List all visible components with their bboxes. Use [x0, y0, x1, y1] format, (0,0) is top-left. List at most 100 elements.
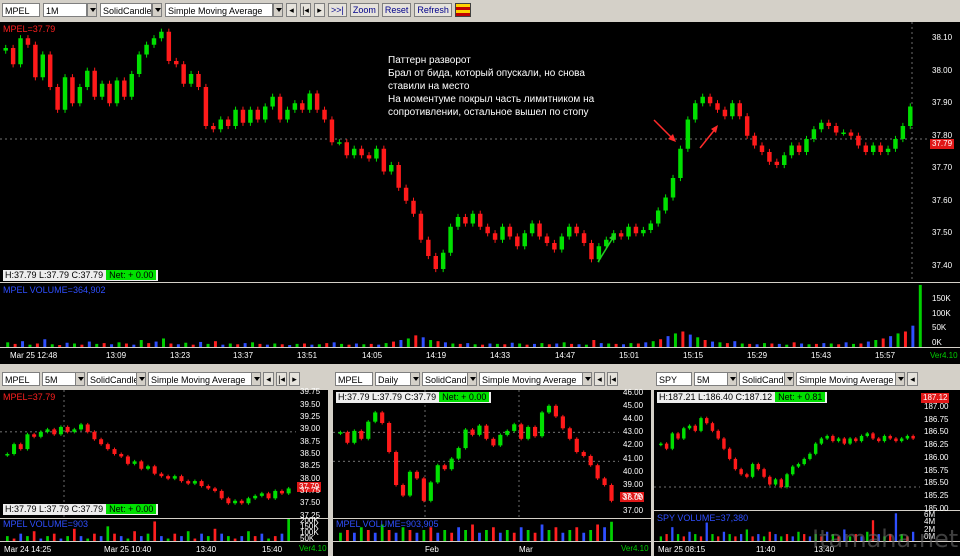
study-select[interactable]: Simple Moving Average: [165, 3, 273, 17]
refresh-button[interactable]: Refresh: [414, 3, 452, 17]
volume-label: SPY VOLUME=37,380: [657, 513, 749, 523]
toolbox-icon[interactable]: [454, 3, 471, 17]
chart-style-select[interactable]: SolidCandle: [739, 372, 791, 386]
volume-bar: [422, 530, 426, 541]
volume-bar: [725, 343, 729, 347]
volume-bar: [6, 342, 10, 347]
main-price-axis[interactable]: 37.79 38.10 38.00 37.90 37.80 37.70 37.60 37.5…: [928, 22, 960, 282]
volume-label: MPEL VOLUME=903: [3, 519, 88, 529]
study-select[interactable]: Simple Moving Average: [479, 372, 583, 386]
chevron-down-icon[interactable]: [467, 372, 477, 386]
chevron-down-icon[interactable]: [727, 372, 737, 386]
scroll-start-button[interactable]: |◂: [300, 3, 311, 17]
candle: [682, 428, 686, 439]
watermark: Itamaha.net: [812, 525, 959, 553]
volume-bar: [317, 344, 321, 347]
price-tick-label: 185.50: [924, 478, 949, 488]
volume-bar: [481, 344, 485, 347]
candle: [38, 431, 43, 437]
scroll-right-button[interactable]: ▸: [314, 3, 325, 17]
volume-bar: [589, 530, 593, 541]
price-tick-label: 38.75: [300, 436, 321, 446]
volume-bar: [903, 331, 907, 347]
volume-bar: [46, 536, 49, 541]
version-label: Ver4.10: [621, 544, 649, 553]
interval-select[interactable]: 5M: [694, 372, 728, 386]
sub2-price-plot[interactable]: H:37.79 L:37.79 C:37.79 Net: + 0.00: [333, 390, 619, 518]
volume-bar: [728, 534, 731, 541]
volume-bar: [139, 536, 143, 541]
volume-bar: [95, 343, 99, 347]
sub1-price-axis[interactable]: 37.79 39.75 39.50 39.25 39.00 38.75 38.50 38.2…: [296, 387, 328, 520]
zoom-button[interactable]: Zoom: [349, 3, 379, 17]
time-tick-label: Mar 25 08:15: [658, 545, 706, 554]
volume-bar: [554, 527, 558, 541]
sub3-price-axis[interactable]: 187.12 187.00 186.75 186.50 186.25 186.00 185…: [920, 390, 960, 513]
chevron-down-icon[interactable]: [582, 372, 592, 386]
volume-bar: [265, 344, 269, 347]
scroll-end-button[interactable]: >>|: [328, 3, 347, 17]
study-select[interactable]: Simple Moving Average: [148, 372, 252, 386]
chevron-down-icon[interactable]: [251, 372, 261, 386]
time-tick-label: Mar 25 10:40: [104, 545, 152, 554]
chart-style-select[interactable]: SolidCandle: [100, 3, 152, 17]
chevron-down-icon[interactable]: [87, 3, 97, 17]
chart-style-select[interactable]: SolidCandle: [422, 372, 474, 386]
symbol-input[interactable]: MPEL: [335, 372, 373, 386]
main-price-plot[interactable]: MPEL=37.79 Паттерн разворот Брал от бида…: [0, 22, 928, 282]
volume-bar: [464, 530, 467, 541]
scroll-left-button[interactable]: ◂: [907, 372, 918, 386]
candle: [159, 473, 164, 477]
candle: [756, 464, 761, 470]
scroll-start-button[interactable]: |◂: [607, 372, 618, 386]
volume-bar: [133, 531, 136, 541]
volume-bar: [562, 342, 566, 347]
chevron-down-icon[interactable]: [152, 3, 162, 17]
symbol-input[interactable]: SPY: [656, 372, 692, 386]
volume-bar: [666, 336, 670, 347]
candle: [246, 498, 251, 504]
scroll-right-button[interactable]: ▸: [289, 372, 300, 386]
candle: [359, 430, 364, 439]
chevron-down-icon[interactable]: [895, 372, 905, 386]
chart-style-select[interactable]: SolidCandle: [87, 372, 139, 386]
scroll-left-button[interactable]: ◂: [286, 3, 297, 17]
chevron-down-icon[interactable]: [75, 372, 85, 386]
study-select[interactable]: Simple Moving Average: [796, 372, 896, 386]
scroll-left-button[interactable]: ◂: [263, 372, 274, 386]
volume-bar: [287, 519, 290, 541]
chevron-down-icon[interactable]: [410, 372, 420, 386]
price-tick-label: 39.25: [300, 412, 321, 422]
volume-bar: [154, 341, 158, 347]
scroll-left-button[interactable]: ◂: [594, 372, 605, 386]
price-tick-label: 187.00: [924, 401, 949, 411]
symbol-input[interactable]: MPEL: [2, 3, 40, 17]
sub1-price-plot[interactable]: MPEL=37.79 H:37.79 L:37.79 C:37.79 Net: +…: [0, 390, 296, 518]
sub2-price-axis[interactable]: 37.79 46.00 45.00 44.00 43.00 42.00 41.00 40.0…: [619, 388, 651, 518]
symbol-input[interactable]: MPEL: [2, 372, 40, 386]
volume-bar: [526, 530, 530, 541]
interval-select[interactable]: 5M: [42, 372, 76, 386]
volume-bar: [99, 536, 103, 541]
chevron-down-icon[interactable]: [273, 3, 283, 17]
volume-bar: [607, 343, 611, 347]
volume-tick-label: 0K: [932, 338, 942, 347]
volume-bar: [280, 533, 284, 541]
sub3-price-plot[interactable]: H:187.21 L:186.40 C:187.12 Net: + 0.81: [654, 390, 920, 510]
volume-bar: [671, 527, 674, 541]
volume-bar: [200, 533, 203, 541]
volume-bar: [703, 340, 707, 347]
candle: [85, 424, 90, 432]
volume-label: MPEL VOLUME=903,905: [336, 519, 439, 529]
interval-select[interactable]: 1M: [43, 3, 87, 17]
candle: [32, 434, 37, 437]
sub2-volume-axis: [619, 519, 651, 541]
net-change: Net: + 0.81: [775, 392, 826, 402]
chevron-down-icon[interactable]: [136, 372, 146, 386]
scroll-start-button[interactable]: |◂: [276, 372, 287, 386]
interval-select[interactable]: Daily: [375, 372, 411, 386]
reset-button[interactable]: Reset: [381, 3, 412, 17]
chevron-down-icon[interactable]: [784, 372, 794, 386]
candle: [693, 425, 697, 431]
candle: [52, 429, 57, 435]
